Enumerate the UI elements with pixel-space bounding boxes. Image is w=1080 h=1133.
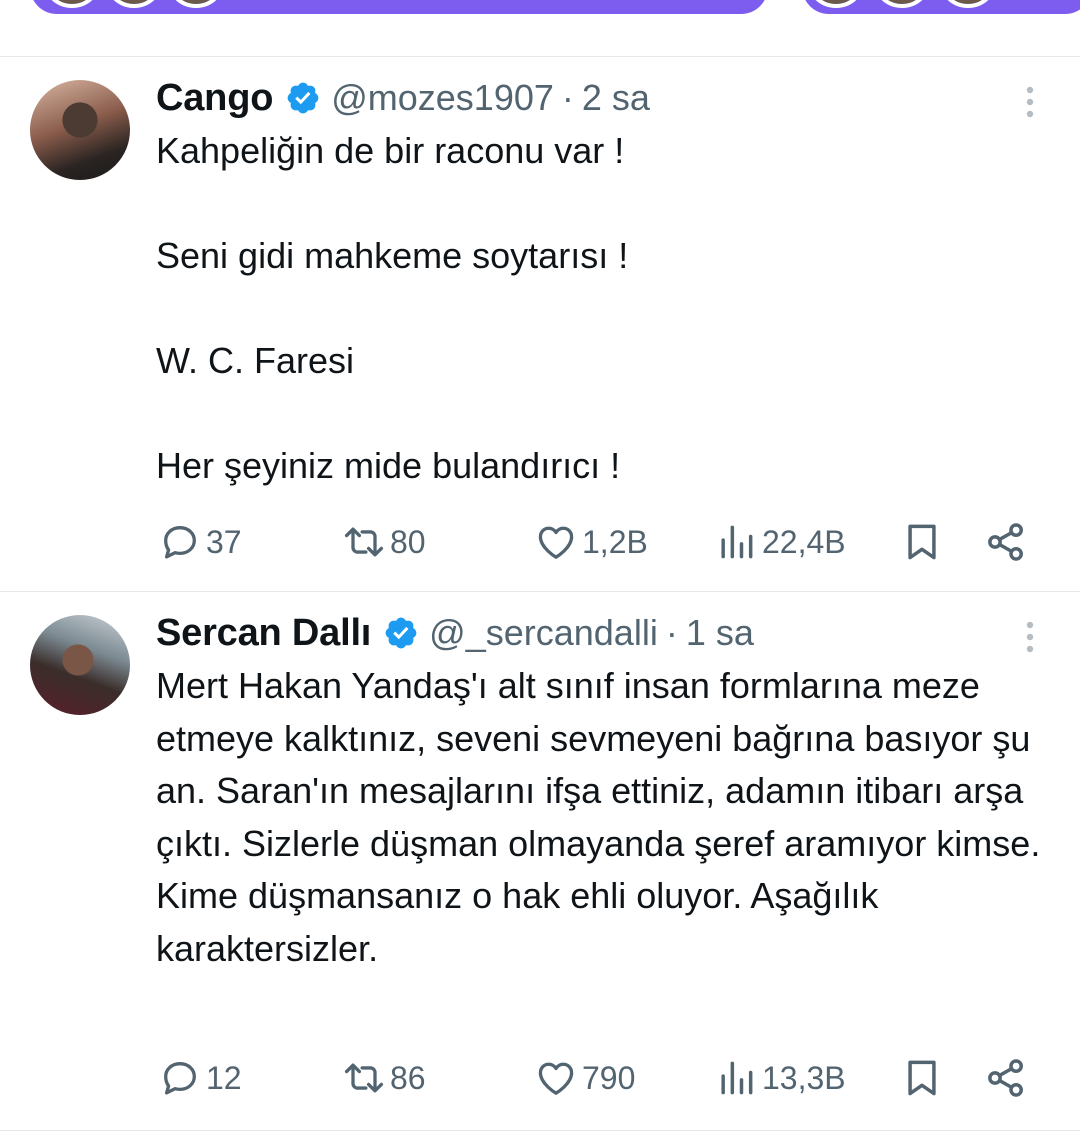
views-count: 22,4B [762, 523, 846, 560]
spaces-pill[interactable] [30, 0, 768, 14]
tweet-text: Mert Hakan Yandaş'ı alt sınıf insan form… [156, 660, 1056, 975]
retweet-icon [344, 527, 384, 557]
share-button[interactable] [984, 517, 1028, 567]
tweet-time[interactable]: 1 sa [686, 612, 754, 654]
like-count: 1,2B [582, 523, 648, 560]
participant-avatar [166, 0, 226, 8]
bookmark-icon [908, 1060, 936, 1096]
like-button[interactable]: 790 [534, 1053, 635, 1103]
reply-button[interactable]: 37 [158, 517, 242, 567]
retweet-button[interactable]: 80 [342, 517, 426, 567]
tweet-paragraph: W. C. Faresi [156, 340, 355, 381]
reply-count: 12 [206, 1059, 242, 1096]
separator-dot: · [665, 612, 678, 653]
reply-button[interactable]: 12 [158, 1053, 242, 1103]
tweet[interactable]: Sercan Dallı @_sercandalli · 1 sa Mert H… [0, 592, 1080, 1131]
participant-avatar [872, 0, 932, 8]
more-vertical-icon[interactable] [1018, 85, 1042, 119]
display-name[interactable]: Cango [156, 77, 273, 120]
tweet-text: Kahpeliğin de bir raconu var ! Seni gidi… [156, 125, 1056, 493]
tweet-actions: 37 80 1,2B 22,4B [156, 517, 1080, 567]
verified-badge-icon [287, 82, 319, 114]
tweet-paragraph: Mert Hakan Yandaş'ı alt sınıf insan form… [156, 665, 1041, 969]
share-icon [988, 523, 1023, 561]
tweet-header: Sercan Dallı @_sercandalli · 1 sa [156, 608, 754, 658]
user-handle[interactable]: @mozes1907 [331, 77, 554, 119]
retweet-icon [344, 1063, 384, 1093]
retweet-count: 80 [390, 523, 426, 560]
like-button[interactable]: 1,2B [534, 517, 648, 567]
retweet-button[interactable]: 86 [342, 1053, 426, 1103]
heart-icon [538, 526, 574, 559]
top-stories-strip [0, 0, 1080, 57]
retweet-count: 86 [390, 1059, 426, 1096]
user-handle[interactable]: @_sercandalli [429, 612, 658, 654]
participant-avatar [938, 0, 998, 8]
more-vertical-icon[interactable] [1018, 620, 1042, 654]
reply-bubble-icon [164, 1062, 196, 1095]
participant-avatar [806, 0, 866, 8]
bookmark-button[interactable] [900, 1053, 944, 1103]
views-bar-chart-icon [721, 1061, 753, 1095]
bookmark-button[interactable] [900, 517, 944, 567]
avatar[interactable] [30, 615, 130, 715]
views-button[interactable]: 13,3B [714, 1053, 846, 1103]
tweet-header: Cango @mozes1907 · 2 sa [156, 73, 650, 123]
share-button[interactable] [984, 1053, 1028, 1103]
verified-badge-icon [385, 617, 417, 649]
reply-bubble-icon [164, 526, 196, 559]
participant-avatar [104, 0, 164, 8]
reply-count: 37 [206, 523, 242, 560]
tweet-paragraph: Kahpeliğin de bir raconu var ! [156, 130, 625, 171]
bookmark-icon [908, 524, 936, 560]
tweet-paragraph: Seni gidi mahkeme soytarısı ! [156, 235, 629, 276]
like-count: 790 [582, 1059, 636, 1096]
views-button[interactable]: 22,4B [714, 517, 846, 567]
tweet-actions: 12 86 790 13,3B [156, 1053, 1080, 1103]
views-bar-chart-icon [721, 525, 753, 559]
share-icon [988, 1059, 1023, 1097]
views-count: 13,3B [762, 1059, 846, 1096]
participant-avatar [42, 0, 102, 8]
spaces-pill[interactable] [802, 0, 1080, 14]
tweet-time[interactable]: 2 sa [582, 77, 650, 119]
separator-dot: · [561, 77, 574, 118]
tweet[interactable]: Cango @mozes1907 · 2 sa Kahpeliğin de bi… [0, 57, 1080, 592]
heart-icon [538, 1062, 574, 1095]
display-name[interactable]: Sercan Dallı [156, 612, 371, 655]
tweet-paragraph: Her şeyiniz mide bulandırıcı ! [156, 445, 621, 486]
avatar[interactable] [30, 80, 130, 180]
